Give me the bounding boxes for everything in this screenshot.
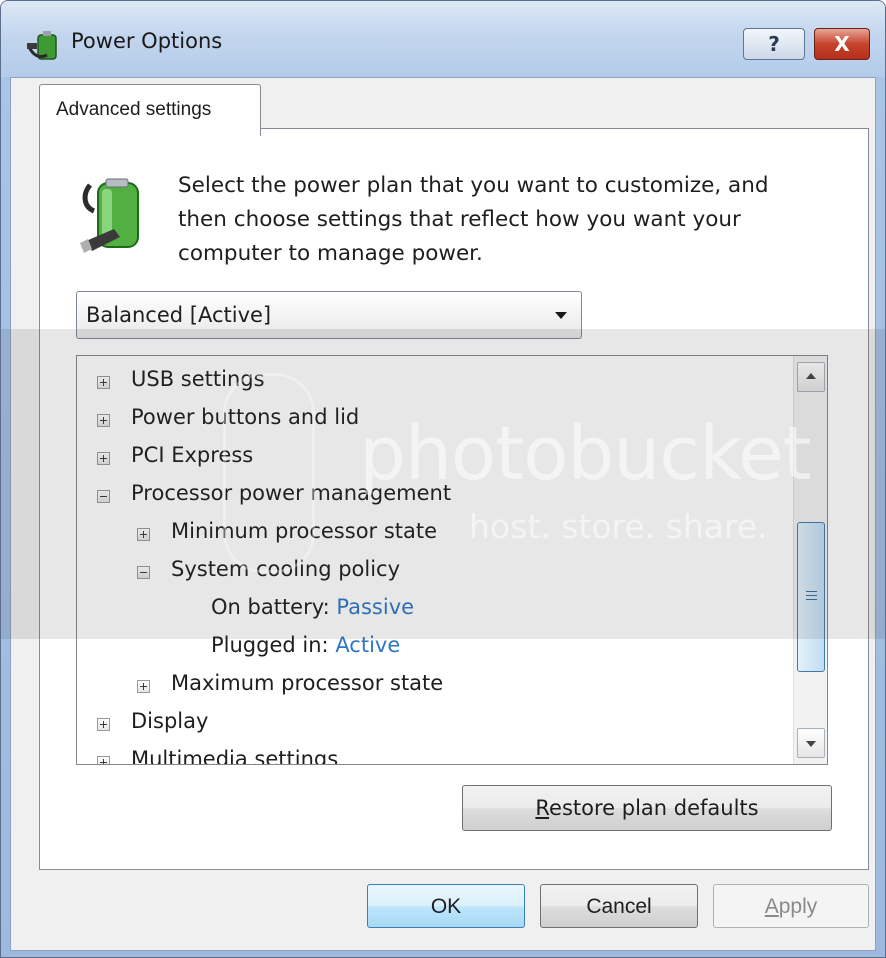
grip-icon xyxy=(806,595,817,596)
description-text: Select the power plan that you want to c… xyxy=(178,173,769,266)
close-icon: X xyxy=(834,32,850,56)
tree-item-text: Multimedia settings xyxy=(131,747,339,765)
close-button[interactable]: X xyxy=(814,28,870,60)
grip-icon xyxy=(806,591,817,592)
arrow-up-icon xyxy=(806,373,816,379)
tree-item-label: Maximum processor state xyxy=(171,671,443,695)
apply-label: pply xyxy=(778,895,818,918)
tree-item[interactable]: PCI Express xyxy=(77,438,777,476)
tab-panel: Select the power plan that you want to c… xyxy=(39,128,869,870)
restore-label: estore plan defaults xyxy=(549,796,759,820)
vertical-scrollbar[interactable] xyxy=(793,356,827,764)
ok-button[interactable]: OK xyxy=(367,884,525,928)
tab-advanced-settings[interactable]: Advanced settings xyxy=(39,84,261,136)
tree-item-text: Power buttons and lid xyxy=(131,405,360,429)
setting-value-link[interactable]: Active xyxy=(335,633,400,657)
expand-icon[interactable] xyxy=(137,680,150,693)
tree-item[interactable]: On battery: Passive xyxy=(77,590,777,628)
cancel-label: Cancel xyxy=(586,895,652,918)
tree-item[interactable]: Minimum processor state xyxy=(77,514,777,552)
tree-item[interactable]: Plugged in: Active xyxy=(77,628,777,666)
tree-item[interactable]: USB settings xyxy=(77,362,777,400)
tree-item-text: USB settings xyxy=(131,367,265,391)
expand-icon[interactable] xyxy=(97,376,110,389)
help-icon: ? xyxy=(768,32,780,56)
collapse-icon[interactable] xyxy=(137,566,150,579)
tree-item-text: System cooling policy xyxy=(171,557,401,581)
tree-item-text: Maximum processor state xyxy=(171,671,444,695)
power-options-icon xyxy=(27,31,57,60)
tree-item[interactable]: Power buttons and lid xyxy=(77,400,777,438)
scroll-down-button[interactable] xyxy=(797,728,825,758)
scroll-thumb[interactable] xyxy=(797,522,825,672)
tree-item[interactable]: System cooling policy xyxy=(77,552,777,590)
tree-item-label: Plugged in: Active xyxy=(211,633,400,657)
collapse-icon[interactable] xyxy=(97,490,110,503)
tree-item[interactable]: Maximum processor state xyxy=(77,666,777,704)
scroll-up-button[interactable] xyxy=(797,362,825,392)
tree-item-text: Processor power management xyxy=(131,481,452,505)
dialog-client-area: Advanced settings Select the power plan … xyxy=(10,77,876,951)
cancel-button[interactable]: Cancel xyxy=(540,884,698,928)
tree-item-text: Minimum processor state xyxy=(171,519,438,543)
grip-icon xyxy=(806,599,817,600)
tree-item-text: On battery: xyxy=(211,595,330,619)
title-bar[interactable]: Power Options ? X xyxy=(1,1,885,77)
tree-item[interactable]: Processor power management xyxy=(77,476,777,514)
tree-item-label: Processor power management xyxy=(131,481,451,505)
expand-icon[interactable] xyxy=(97,452,110,465)
tree-item[interactable]: Multimedia settings xyxy=(77,742,777,765)
expand-icon[interactable] xyxy=(97,414,110,427)
tree-item-label: On battery: Passive xyxy=(211,595,414,619)
expand-icon[interactable] xyxy=(97,718,110,731)
apply-mnemonic: A xyxy=(764,895,779,918)
tree-item-label: Multimedia settings xyxy=(131,747,339,765)
settings-tree[interactable]: USB settings Power buttons and lid PCI Exp… xyxy=(76,355,828,765)
window-title: Power Options xyxy=(71,29,223,53)
restore-mnemonic: R xyxy=(535,796,550,820)
tree-item-label: USB settings xyxy=(131,367,265,391)
tree-item-label: Minimum processor state xyxy=(171,519,437,543)
expand-icon[interactable] xyxy=(97,756,110,764)
tree-item-text: PCI Express xyxy=(131,443,254,467)
tree-item-label: System cooling policy xyxy=(171,557,400,581)
battery-icon xyxy=(80,178,139,253)
tree-item-label: Display xyxy=(131,709,208,733)
restore-plan-defaults-button[interactable]: Restore plan defaults xyxy=(462,785,832,831)
power-options-window: Power Options ? X Advanced settings Sele… xyxy=(0,0,886,958)
apply-button[interactable]: Apply xyxy=(713,884,869,928)
setting-value-link[interactable]: Passive xyxy=(336,595,414,619)
tree-item[interactable]: Display xyxy=(77,704,777,742)
expand-icon[interactable] xyxy=(137,528,150,541)
selected-plan: Balanced [Active] xyxy=(86,303,272,327)
power-plan-select[interactable]: Balanced [Active] xyxy=(76,291,582,339)
tree-item-text: Plugged in: xyxy=(211,633,329,657)
tree-item-label: PCI Express xyxy=(131,443,253,467)
ok-label: OK xyxy=(430,895,462,918)
arrow-down-icon xyxy=(806,741,816,747)
chevron-down-icon[interactable] xyxy=(555,312,567,319)
tree-item-text: Display xyxy=(131,709,209,733)
tree-item-label: Power buttons and lid xyxy=(131,405,359,429)
help-button[interactable]: ? xyxy=(743,28,805,60)
